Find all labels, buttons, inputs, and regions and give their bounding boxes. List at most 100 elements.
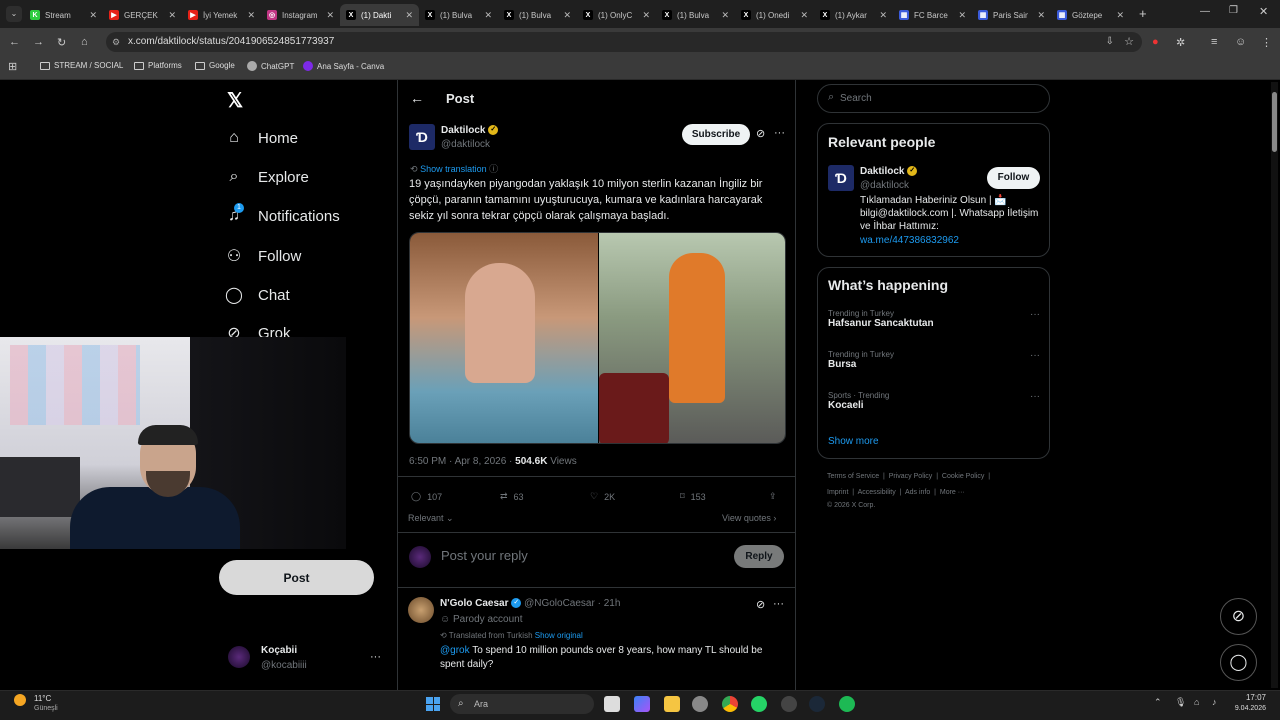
- follow-button[interactable]: Follow: [987, 167, 1040, 189]
- tab-close-icon[interactable]: ✕: [721, 10, 729, 21]
- browser-tab[interactable]: X (1) Bulva ✕: [656, 4, 735, 26]
- home-icon[interactable]: ⌂: [81, 36, 88, 48]
- reply-author-row[interactable]: N'Golo Caesar ✓ @NGoloCaesar · 21h: [440, 598, 620, 609]
- reply-more-icon[interactable]: ···: [773, 598, 784, 610]
- footer-link[interactable]: Privacy Policy: [889, 473, 933, 480]
- bookmark-platforms[interactable]: Platforms: [134, 61, 182, 70]
- browser-tab[interactable]: X (1) Bulva ✕: [419, 4, 498, 26]
- nav-item-explore[interactable]: ⌕ Explore: [224, 168, 309, 186]
- post-media[interactable]: [409, 232, 786, 444]
- nav-item-notifications[interactable]: ♫ 1 Notifications: [224, 203, 340, 225]
- trend-item[interactable]: Trending in Turkey Bursa ···: [828, 350, 1040, 370]
- view-quotes-link[interactable]: View quotes ›: [722, 513, 776, 523]
- trend-more-icon[interactable]: ···: [1030, 309, 1040, 320]
- nav-item-home[interactable]: ⌂ Home: [224, 129, 298, 147]
- search-input[interactable]: Search: [840, 93, 872, 104]
- tab-close-icon[interactable]: ✕: [405, 10, 413, 21]
- trend-more-icon[interactable]: ···: [1030, 391, 1040, 402]
- file-explorer-icon[interactable]: [664, 696, 680, 712]
- chrome-icon[interactable]: [722, 696, 738, 712]
- user-avatar[interactable]: [228, 646, 250, 668]
- post-more-icon[interactable]: ···: [774, 127, 785, 139]
- restore-icon[interactable]: ❐: [1229, 5, 1238, 16]
- search-box[interactable]: ⌕ Search: [817, 84, 1050, 113]
- footer-link[interactable]: Terms of Service: [827, 473, 879, 480]
- trend-item[interactable]: Trending in Turkey Hafsanur Sancaktutan …: [828, 309, 1040, 329]
- nav-item-chat[interactable]: ◯ Chat: [224, 285, 290, 305]
- show-more-link[interactable]: Show more: [828, 436, 879, 447]
- volume-icon[interactable]: ♪: [1212, 697, 1217, 707]
- x-logo-icon[interactable]: 𝕏: [227, 88, 243, 113]
- tab-close-icon[interactable]: ✕: [168, 10, 176, 21]
- account-more-icon[interactable]: ···: [370, 651, 381, 663]
- like-action[interactable]: ♡ 2K: [590, 491, 615, 502]
- tab-close-icon[interactable]: ✕: [326, 10, 334, 21]
- trend-more-icon[interactable]: ···: [1030, 350, 1040, 361]
- bookmark-star-icon[interactable]: ☆: [1124, 32, 1134, 52]
- weather-icon[interactable]: [14, 694, 26, 706]
- reply-button[interactable]: Reply: [734, 545, 784, 568]
- browser-tab[interactable]: ▦ Paris Sain ✕: [972, 4, 1051, 26]
- grok-explain-icon[interactable]: ⊘: [756, 127, 765, 140]
- profile-icon[interactable]: ☺: [1235, 36, 1246, 48]
- tab-close-icon[interactable]: ✕: [642, 10, 650, 21]
- bookmark-google[interactable]: Google: [195, 61, 235, 70]
- subscribe-button[interactable]: Subscribe: [682, 124, 750, 145]
- tab-groups-icon[interactable]: ≡: [1211, 36, 1217, 48]
- show-translation-row[interactable]: ⟲ Show translation ⓘ: [410, 162, 498, 175]
- grok-explain-icon[interactable]: ⊘: [756, 598, 765, 611]
- footer-link[interactable]: Accessibility: [858, 489, 896, 496]
- media-image-hot-tub[interactable]: [410, 233, 598, 443]
- minimize-icon[interactable]: —: [1200, 6, 1210, 17]
- trend-item[interactable]: Sports · Trending Kocaeli ···: [828, 391, 1040, 411]
- media-image-street[interactable]: [599, 233, 785, 443]
- tab-close-icon[interactable]: ✕: [1037, 10, 1045, 21]
- forward-icon[interactable]: →: [33, 36, 44, 48]
- obs-icon[interactable]: [781, 696, 797, 712]
- taskbar-search[interactable]: ⌕ Ara: [450, 694, 594, 714]
- show-original-link[interactable]: Show original: [535, 631, 583, 640]
- reply-author-avatar[interactable]: [408, 597, 434, 623]
- new-tab-icon[interactable]: +: [1139, 6, 1147, 21]
- browser-tab[interactable]: ◎ Instagram ✕: [261, 4, 340, 26]
- mention-link[interactable]: @grok: [440, 645, 470, 656]
- browser-tab[interactable]: X (1) Aykar ✕: [814, 4, 893, 26]
- chat-float-button[interactable]: ◯: [1220, 644, 1257, 681]
- tab-close-icon[interactable]: ✕: [247, 10, 255, 21]
- browser-tab[interactable]: X (1) OnlyC ✕: [577, 4, 656, 26]
- repost-action[interactable]: ⇄ 63: [500, 491, 524, 502]
- browser-tab[interactable]: X (1) Bulva ✕: [498, 4, 577, 26]
- tab-close-icon[interactable]: ✕: [1116, 10, 1124, 21]
- grok-float-button[interactable]: ⊘: [1220, 598, 1257, 635]
- windows-start-icon[interactable]: [426, 697, 440, 711]
- browser-tab[interactable]: ▶ İyi Yemek ✕: [182, 4, 261, 26]
- browser-tab[interactable]: X (1) Dakti ✕: [340, 4, 419, 26]
- reply-action[interactable]: ◯ 107: [411, 491, 442, 502]
- bookmark-chatgpt[interactable]: ChatGPT: [247, 61, 294, 71]
- reply-input[interactable]: Post your reply: [441, 548, 528, 563]
- close-window-icon[interactable]: ✕: [1259, 5, 1268, 18]
- task-view-icon[interactable]: [604, 696, 620, 712]
- apps-grid-icon[interactable]: ⊞: [8, 60, 17, 73]
- browser-tab[interactable]: X (1) Onedi ✕: [735, 4, 814, 26]
- clock-date[interactable]: 9.04.2026: [1222, 705, 1266, 712]
- nav-item-follow[interactable]: ⚇ Follow: [224, 246, 302, 266]
- install-icon[interactable]: ⇩: [1106, 32, 1114, 52]
- person-link[interactable]: wa.me/447386832962: [860, 235, 959, 246]
- reload-icon[interactable]: ↻: [57, 36, 66, 49]
- tab-close-icon[interactable]: ✕: [800, 10, 808, 21]
- microphone-icon[interactable]: 🎙: [1175, 697, 1186, 708]
- menu-kebab-icon[interactable]: ⋮: [1261, 36, 1272, 49]
- browser-tab[interactable]: ▶ GERÇEK ✕: [103, 4, 182, 26]
- back-icon[interactable]: ←: [9, 36, 20, 48]
- tab-close-icon[interactable]: ✕: [563, 10, 571, 21]
- browser-tab[interactable]: K Stream ✕: [24, 4, 103, 26]
- clock-time[interactable]: 17:07: [1234, 693, 1266, 702]
- network-icon[interactable]: ⌂: [1194, 697, 1199, 707]
- relevant-sort[interactable]: Relevant ⌄: [408, 513, 454, 524]
- tab-close-icon[interactable]: ✕: [879, 10, 887, 21]
- bookmark-action[interactable]: ⌑ 153: [680, 491, 706, 502]
- extensions-icon[interactable]: ✲: [1176, 36, 1185, 49]
- steam-icon[interactable]: [809, 696, 825, 712]
- tab-close-icon[interactable]: ✕: [89, 10, 97, 21]
